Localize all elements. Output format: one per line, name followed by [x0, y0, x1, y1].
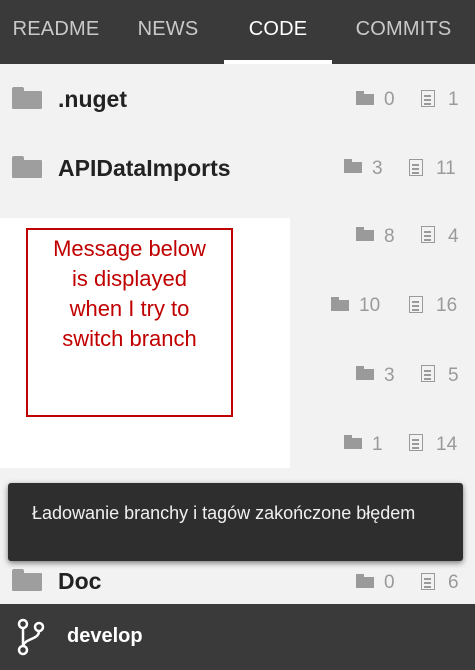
list-item[interactable]: APIDataImports 3 11 — [0, 133, 475, 202]
subfolder-count: 0 — [384, 89, 395, 110]
subfolder-count: 1 — [372, 434, 383, 455]
annotation-text: Message below is displayed when I try to… — [28, 234, 231, 354]
file-count-icon — [421, 365, 435, 382]
error-toast: Ładowanie branchy i tagów zakończone błę… — [8, 483, 463, 561]
folder-icon — [12, 156, 42, 178]
subfolder-count: 8 — [384, 226, 395, 247]
tab-readme-label: README — [12, 18, 100, 40]
file-count-icon — [409, 434, 423, 451]
file-count: 4 — [448, 226, 459, 247]
toast-message: Ładowanie branchy i tagów zakończone błę… — [32, 503, 416, 523]
folder-icon — [12, 569, 42, 591]
subfolder-count-icon — [344, 435, 362, 449]
tab-readme[interactable]: README — [0, 0, 112, 64]
folder-name: APIDataImports — [58, 155, 231, 181]
branch-name: develop — [67, 625, 143, 647]
file-count: 1 — [448, 89, 459, 110]
list-item[interactable]: .nuget 0 1 — [0, 64, 475, 133]
annotation-line: Message below — [53, 236, 206, 261]
git-branch-icon — [17, 618, 45, 656]
annotation-line: is displayed — [72, 266, 187, 291]
file-count-icon — [421, 226, 435, 243]
subfolder-count-icon — [356, 574, 374, 588]
file-count: 11 — [436, 158, 456, 179]
tab-code-label: CODE — [248, 18, 308, 40]
file-count-icon — [421, 90, 435, 107]
file-count: 14 — [436, 434, 458, 455]
tab-commits-label: COMMITS — [355, 18, 452, 40]
annotation-line: switch branch — [62, 326, 197, 351]
tab-news-label: NEWS — [137, 18, 199, 40]
subfolder-count-icon — [356, 227, 374, 241]
branch-bar[interactable]: develop — [0, 604, 475, 670]
file-count: 5 — [448, 365, 459, 386]
tab-news[interactable]: NEWS — [112, 0, 224, 64]
folder-name: Doc — [58, 568, 102, 594]
subfolder-count-icon — [331, 297, 349, 311]
subfolder-count: 0 — [384, 572, 395, 593]
tab-commits[interactable]: COMMITS — [332, 0, 475, 64]
subfolder-count-icon — [344, 159, 362, 173]
subfolder-count-icon — [356, 91, 374, 105]
tab-code[interactable]: CODE — [224, 0, 332, 64]
annotation-line: when I try to — [69, 296, 190, 321]
file-count: 6 — [448, 572, 459, 593]
file-count-icon — [409, 296, 423, 313]
subfolder-count-icon — [356, 366, 374, 380]
subfolder-count: 3 — [384, 365, 395, 386]
file-count-icon — [409, 159, 423, 176]
file-count-icon — [421, 573, 435, 590]
folder-icon — [12, 87, 42, 109]
folder-name: .nuget — [58, 86, 127, 112]
file-count: 16 — [436, 295, 458, 316]
subfolder-count: 3 — [372, 158, 383, 179]
subfolder-count: 10 — [359, 295, 381, 316]
tab-bar: README NEWS CODE COMMITS — [0, 0, 475, 64]
annotation-box: Message below is displayed when I try to… — [26, 228, 233, 417]
